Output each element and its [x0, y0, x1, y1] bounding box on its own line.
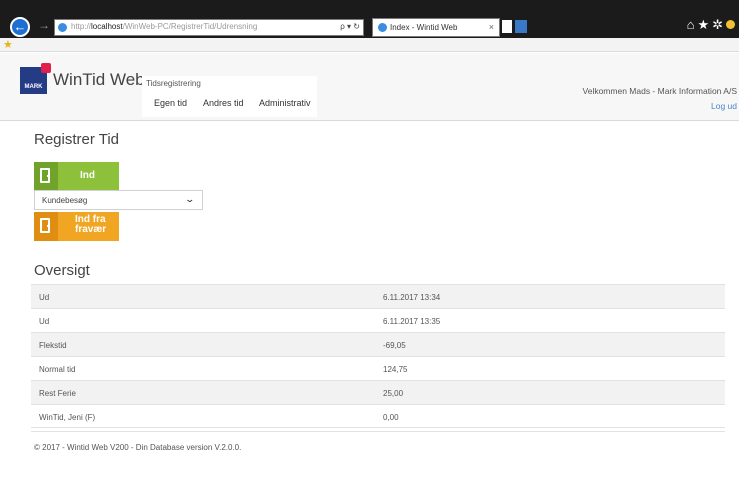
favorites-bar: ★ — [0, 38, 739, 52]
app-header: MARK WinTid Web Tidsregistrering Egen ti… — [0, 53, 739, 121]
home-icon[interactable]: ⌂ — [687, 17, 698, 32]
address-text: http://localhost/WinWeb-PC/RegistrerTid/… — [71, 22, 258, 31]
address-tools[interactable]: ρ ▾ ↻ — [340, 22, 360, 31]
new-tab-button[interactable] — [502, 20, 512, 33]
favorites-star-icon[interactable]: ★ — [697, 17, 712, 32]
settings-gear-icon[interactable]: ✲ — [712, 17, 726, 32]
browser-tab[interactable]: Index - Wintid Web × — [372, 18, 500, 37]
smiley-icon[interactable] — [726, 20, 735, 29]
ind-fra-fravaer-label: Ind fra fravær — [75, 215, 106, 235]
table-row: Ud 6.11.2017 13:34 — [31, 284, 725, 308]
add-favorite-icon[interactable]: ★ — [3, 38, 13, 51]
table-row: Normal tid 124,75 — [31, 356, 725, 380]
welcome-text: Velkommen Mads - Mark Information A/S — [582, 86, 737, 96]
reason-select-value: Kundebesøg — [42, 196, 88, 205]
reason-select[interactable]: Kundebesøg ⌄ — [34, 190, 203, 210]
row-value: 6.11.2017 13:34 — [383, 293, 441, 302]
chevron-down-icon: ⌄ — [184, 194, 196, 204]
table-row: WinTid, Jeni (F) 0,00 — [31, 404, 725, 428]
tab-preview-icon[interactable] — [515, 20, 527, 33]
row-label: Rest Ferie — [39, 389, 76, 398]
row-value: 25,00 — [383, 389, 404, 398]
mark-logo[interactable]: MARK — [20, 63, 51, 94]
browser-toolbar: ← → http://localhost/WinWeb-PC/Registrer… — [0, 0, 739, 38]
overview-table: Ud 6.11.2017 13:34 Ud 6.11.2017 13:35 Fl… — [31, 284, 725, 428]
nav-link-administrativ[interactable]: Administrativ — [259, 98, 311, 108]
site-icon — [58, 23, 67, 32]
row-label: Ud — [39, 293, 50, 302]
forward-arrow-icon[interactable]: → — [38, 18, 50, 32]
door-in-icon — [34, 212, 58, 241]
table-row: Ud 6.11.2017 13:35 — [31, 308, 725, 332]
back-arrow-icon[interactable]: ← — [10, 17, 30, 37]
logout-link[interactable]: Log ud — [711, 101, 737, 111]
nav-link-egen-tid[interactable]: Egen tid — [154, 98, 187, 108]
footer-divider — [31, 431, 725, 432]
row-label: Flekstid — [39, 341, 67, 350]
main-nav: Tidsregistrering Egen tid Andres tid Adm… — [142, 76, 317, 117]
address-bar[interactable]: http://localhost/WinWeb-PC/RegistrerTid/… — [54, 19, 364, 36]
table-row: Flekstid -69,05 — [31, 332, 725, 356]
nav-link-andres-tid[interactable]: Andres tid — [203, 98, 244, 108]
row-value: 6.11.2017 13:35 — [383, 317, 441, 326]
table-row: Rest Ferie 25,00 — [31, 380, 725, 404]
tab-title: Index - Wintid Web — [390, 23, 458, 32]
row-value: -69,05 — [383, 341, 406, 350]
overview-title: Oversigt — [34, 262, 90, 279]
row-label: WinTid, Jeni (F) — [39, 413, 96, 422]
tab-favicon-icon — [378, 23, 387, 32]
row-value: 124,75 — [383, 365, 408, 374]
absence-label-line2: fravær — [75, 224, 107, 235]
row-label: Normal tid — [39, 365, 76, 374]
browser-icons: ⌂★✲ — [687, 17, 735, 33]
row-value: 0,00 — [383, 413, 399, 422]
row-label: Ud — [39, 317, 50, 326]
ind-button-label: Ind — [80, 170, 95, 181]
nav-section-tidsregistrering[interactable]: Tidsregistrering — [146, 79, 201, 88]
app-title[interactable]: WinTid Web — [53, 70, 145, 90]
ind-button[interactable]: Ind — [34, 162, 119, 190]
footer-text: © 2017 - Wintid Web V200 - Din Database … — [34, 443, 242, 452]
ind-fra-fravaer-button[interactable]: Ind fra fravær — [34, 212, 119, 241]
logo-text: MARK — [24, 84, 43, 90]
door-in-icon — [34, 162, 58, 190]
tab-close-icon[interactable]: × — [489, 22, 494, 32]
page-title: Registrer Tid — [34, 131, 120, 148]
